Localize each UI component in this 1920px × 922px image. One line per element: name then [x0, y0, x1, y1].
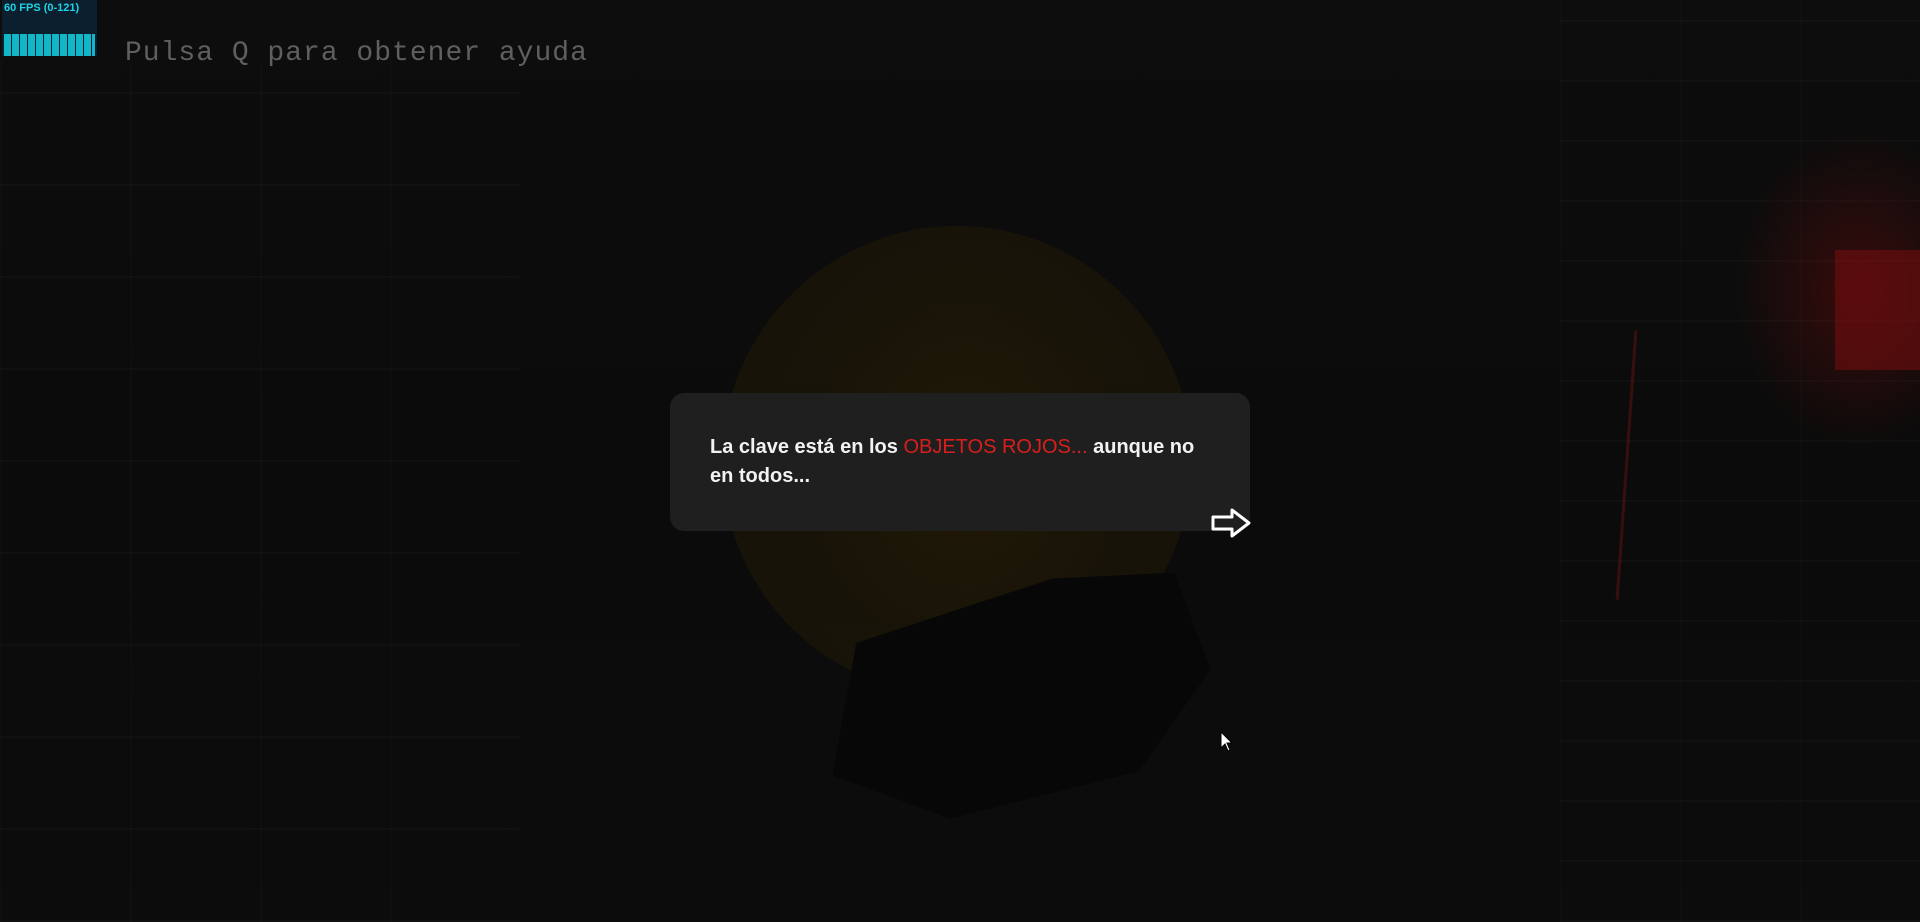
dialog-text-before: La clave está en los: [710, 436, 904, 458]
help-hint: Pulsa Q para obtener ayuda: [125, 38, 588, 69]
next-button[interactable]: [1210, 507, 1252, 539]
hint-dialog: La clave está en los OBJETOS ROJOS... au…: [670, 393, 1250, 531]
arrow-right-icon: [1211, 508, 1251, 538]
red-object: [1835, 250, 1920, 370]
fps-counter: 60 FPS (0-121): [2, 0, 97, 56]
mouse-cursor-icon: [1220, 731, 1234, 752]
brick-wall-left: [0, 60, 520, 922]
fps-graph: [4, 34, 95, 56]
fps-label: 60 FPS (0-121): [4, 2, 80, 14]
dialog-highlight: OBJETOS ROJOS...: [903, 436, 1088, 458]
brick-wall-right: [1560, 0, 1920, 922]
dialog-message: La clave está en los OBJETOS ROJOS... au…: [710, 433, 1210, 491]
